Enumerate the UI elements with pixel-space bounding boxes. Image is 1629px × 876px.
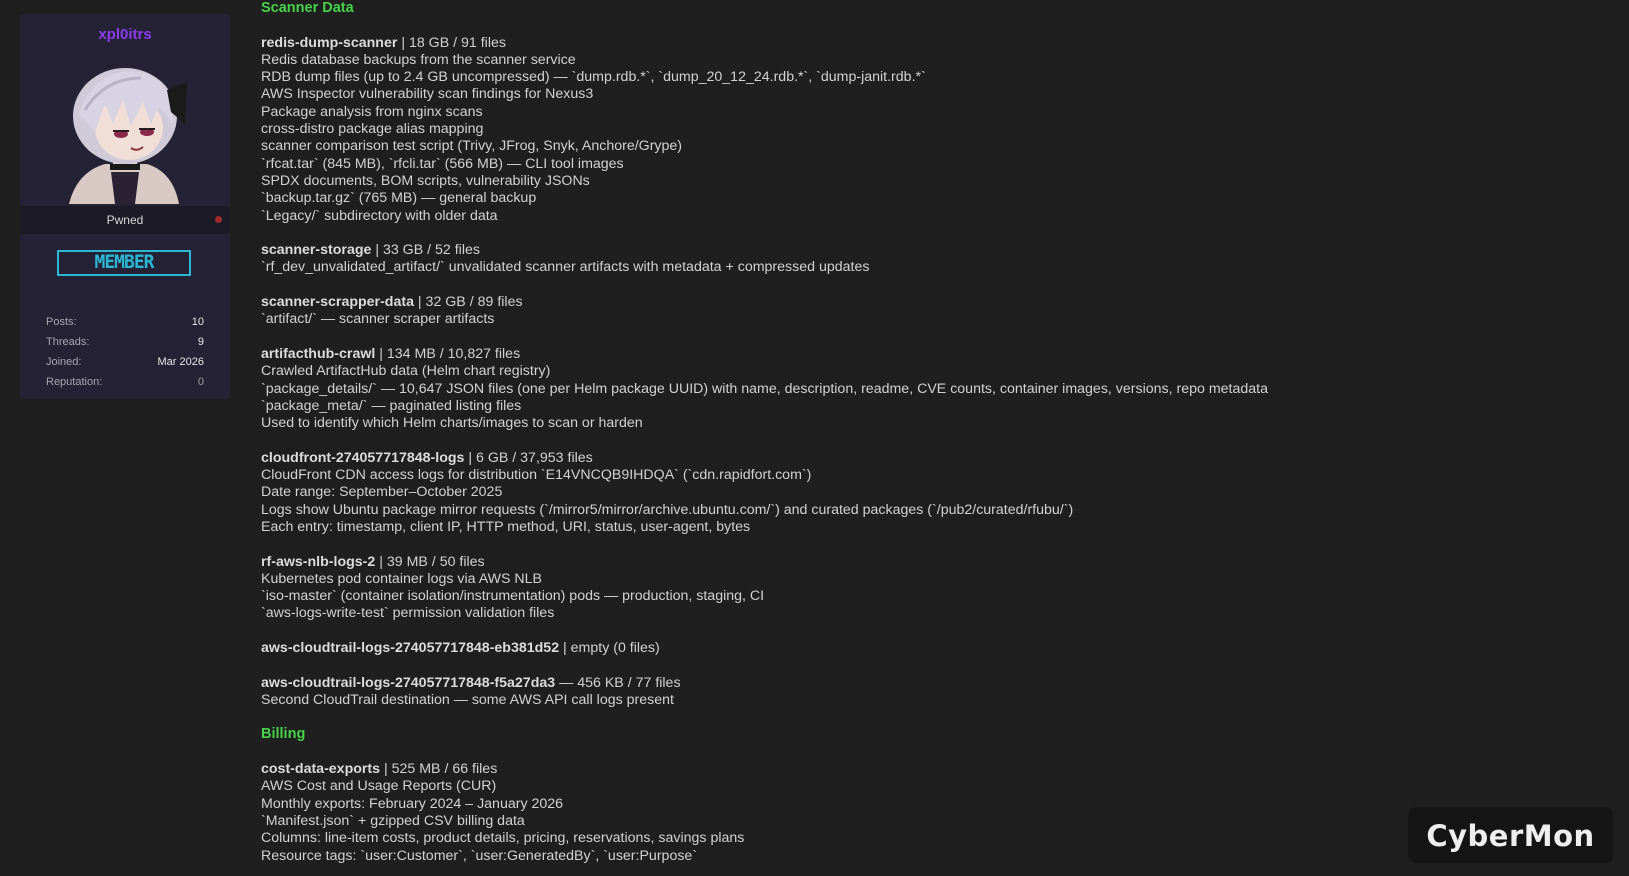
bucket-detail: `aws-logs-write-test` permission validat…	[261, 605, 555, 622]
bucket-meta: | 39 MB / 50 files	[375, 553, 485, 570]
bucket-meta: | 134 MB / 10,827 files	[375, 345, 521, 362]
offline-status-dot-icon	[215, 216, 222, 223]
stat-threads: Threads: 9	[46, 333, 204, 353]
bucket-detail: cross-distro package alias mapping	[261, 121, 484, 138]
bucket-title: rf-aws-nlb-logs-2 | 39 MB / 50 files	[261, 554, 1591, 571]
bucket-title: aws-cloudtrail-logs-274057717848-f5a27da…	[261, 675, 1591, 692]
bucket-meta: | 18 GB / 91 files	[397, 34, 506, 51]
bucket-detail: AWS Cost and Usage Reports (CUR)	[261, 778, 497, 795]
forum-post-page: xpl0itrs Pwned MEMBER Posts: 10 Threads:…	[0, 0, 1629, 876]
bucket-title: scanner-storage | 33 GB / 52 files	[261, 242, 1591, 259]
watermark: CyberMon	[1408, 807, 1613, 863]
bucket-block: artifacthub-crawl | 134 MB / 10,827 file…	[261, 346, 1591, 432]
stat-value: 9	[197, 336, 204, 348]
bucket-title: artifacthub-crawl | 134 MB / 10,827 file…	[261, 346, 1591, 363]
bucket-detail: CloudFront CDN access logs for distribut…	[261, 467, 812, 484]
bucket-detail: Crawled ArtifactHub data (Helm chart reg…	[261, 363, 551, 380]
bucket-detail: Resource tags: `user:Customer`, `user:Ge…	[261, 847, 698, 864]
watermark-text: CyberMon	[1426, 819, 1595, 853]
bucket-name: aws-cloudtrail-logs-274057717848-f5a27da…	[261, 674, 556, 691]
bucket-title: cloudfront-274057717848-logs | 6 GB / 37…	[261, 450, 1591, 467]
bucket-block: cloudfront-274057717848-logs | 6 GB / 37…	[261, 450, 1591, 536]
bucket-detail: Second CloudTrail destination — some AWS…	[261, 691, 674, 708]
stat-value: 0	[197, 376, 204, 388]
bucket-detail: Monthly exports: February 2024 – January…	[261, 795, 564, 812]
bucket-name: scanner-storage	[261, 242, 372, 259]
bucket-detail: `backup.tar.gz` (765 MB) — general backu…	[261, 190, 537, 207]
bucket-detail: Logs show Ubuntu package mirror requests…	[261, 501, 1074, 518]
bucket-detail: scanner comparison test script (Trivy, J…	[261, 138, 683, 155]
bucket-name: cost-data-exports	[261, 761, 381, 778]
bucket-detail: Redis database backups from the scanner …	[261, 51, 576, 68]
bucket-detail: Package analysis from nginx scans	[261, 103, 483, 120]
bucket-detail: Used to identify which Helm charts/image…	[261, 415, 643, 432]
bucket-detail: `Manifest.json` + gzipped CSV billing da…	[261, 812, 525, 829]
bucket-meta: | 32 GB / 89 files	[413, 294, 523, 311]
status-label: Pwned	[106, 213, 144, 227]
user-stats: Posts: 10 Threads: 9 Joined: Mar 2026 Re…	[46, 313, 204, 393]
bucket-name: scanner-scrapper-data	[261, 294, 414, 311]
user-profile-card: xpl0itrs Pwned MEMBER Posts: 10 Threads:…	[20, 14, 230, 399]
bucket-detail: `Legacy/` subdirectory with older data	[261, 207, 498, 224]
bucket-detail: `package_details/` — 10,647 JSON files (…	[261, 380, 1269, 397]
bucket-title: redis-dump-scanner | 18 GB / 91 files	[261, 35, 1591, 52]
bucket-block: scanner-storage | 33 GB / 52 files `rf_d…	[261, 242, 1591, 277]
bucket-block: rf-aws-nlb-logs-2 | 39 MB / 50 files Kub…	[261, 554, 1591, 623]
bucket-block: aws-cloudtrail-logs-274057717848-f5a27da…	[261, 675, 1591, 710]
bucket-detail: Each entry: timestamp, client IP, HTTP m…	[261, 518, 751, 535]
stat-value: Mar 2026	[157, 356, 204, 368]
bucket-name: cloudfront-274057717848-logs	[261, 449, 465, 466]
avatar[interactable]	[55, 54, 195, 204]
bucket-block: redis-dump-scanner | 18 GB / 91 files Re…	[261, 35, 1591, 225]
bucket-detail: `package_meta/` — paginated listing file…	[261, 397, 522, 414]
status-row: Pwned	[20, 206, 230, 234]
bucket-name: rf-aws-nlb-logs-2	[261, 553, 376, 570]
stat-value: 10	[191, 316, 204, 328]
section-heading: Scanner Data	[261, 0, 354, 16]
bucket-detail: Date range: September–October 2025	[261, 484, 503, 501]
stat-label: Joined:	[46, 356, 82, 368]
bucket-detail: Kubernetes pod container logs via AWS NL…	[261, 570, 543, 587]
bucket-detail: RDB dump files (up to 2.4 GB uncompresse…	[261, 69, 926, 86]
bucket-name: artifacthub-crawl	[261, 345, 376, 362]
bucket-meta: | empty (0 files)	[559, 639, 660, 656]
bucket-detail: Columns: line-item costs, product detail…	[261, 830, 745, 847]
bucket-meta: | 6 GB / 37,953 files	[464, 449, 593, 466]
stat-joined: Joined: Mar 2026	[46, 353, 204, 373]
bucket-detail: AWS Inspector vulnerability scan finding…	[261, 86, 594, 103]
bucket-title: aws-cloudtrail-logs-274057717848-eb381d5…	[261, 640, 1591, 657]
bucket-title: scanner-scrapper-data | 32 GB / 89 files	[261, 294, 1591, 311]
bucket-detail: `rfcat.tar` (845 MB), `rfcli.tar` (566 M…	[261, 155, 624, 172]
bucket-name: redis-dump-scanner	[261, 34, 398, 51]
username-link[interactable]: xpl0itrs	[20, 26, 230, 43]
bucket-meta: — 456 KB / 77 files	[555, 674, 681, 691]
bucket-meta: | 33 GB / 52 files	[371, 242, 480, 259]
section-heading: Billing	[261, 726, 306, 743]
stat-posts: Posts: 10	[46, 313, 204, 333]
stat-label: Reputation:	[46, 376, 103, 388]
rank-label: MEMBER	[94, 251, 154, 274]
stat-reputation: Reputation: 0	[46, 373, 204, 393]
bucket-block: aws-cloudtrail-logs-274057717848-eb381d5…	[261, 640, 1591, 657]
post-body: Scanner Data redis-dump-scanner | 18 GB …	[261, 0, 1591, 865]
bucket-meta: | 525 MB / 66 files	[380, 761, 498, 778]
stat-label: Threads:	[46, 336, 90, 348]
bucket-name: aws-cloudtrail-logs-274057717848-eb381d5…	[261, 639, 560, 656]
bucket-detail: `rf_dev_unvalidated_artifact/` unvalidat…	[261, 259, 870, 276]
bucket-detail: `iso-master` (container isolation/instru…	[261, 588, 765, 605]
bucket-block: scanner-scrapper-data | 32 GB / 89 files…	[261, 294, 1591, 329]
rank-badge: MEMBER	[57, 250, 191, 276]
bucket-title: cost-data-exports | 525 MB / 66 files	[261, 761, 1591, 778]
bucket-block: cost-data-exports | 525 MB / 66 files AW…	[261, 761, 1591, 865]
stat-label: Posts:	[46, 316, 77, 328]
bucket-detail: `artifact/` — scanner scraper artifacts	[261, 311, 495, 328]
bucket-detail: SPDX documents, BOM scripts, vulnerabili…	[261, 172, 590, 189]
